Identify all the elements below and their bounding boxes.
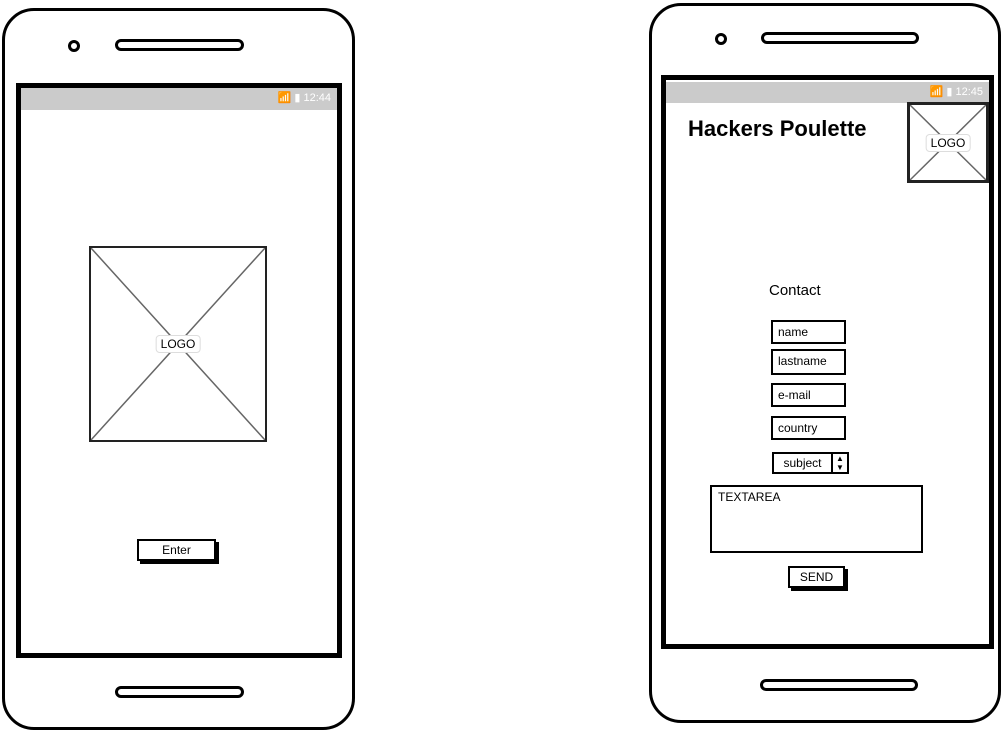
subject-value: subject [783,456,822,470]
status-time: 12:45 [955,86,983,98]
logo-label: LOGO [925,133,971,152]
status-icons: 📶 ▮ [277,92,304,104]
country-field[interactable]: country [771,416,846,440]
spinner-arrows-icon: ▲ ▼ [831,454,847,472]
page-title: Hackers Poulette [688,116,867,141]
status-bar: 📶 ▮ 12:44 [21,88,337,110]
contact-heading: Contact [769,282,821,299]
camera-icon [715,33,727,45]
speaker-bottom [115,686,244,698]
lastname-field[interactable]: lastname [771,349,846,375]
speaker-bottom [760,679,918,691]
logo-placeholder: LOGO [907,102,989,183]
name-field[interactable]: name [771,320,846,344]
subject-select[interactable]: subject ▲ ▼ [772,452,849,474]
send-button[interactable]: SEND [788,566,845,588]
speaker-icon [115,39,244,51]
camera-icon [68,40,80,52]
status-bar: 📶 ▮ 12:45 [666,82,989,103]
email-field[interactable]: e-mail [771,383,846,407]
speaker-icon [761,32,919,44]
logo-label: LOGO [155,335,201,353]
enter-button[interactable]: Enter [137,539,216,561]
status-time: 12:44 [303,92,331,104]
status-icons: 📶 ▮ [929,86,956,98]
logo-placeholder: LOGO [89,246,267,442]
message-textarea[interactable]: TEXTAREA [710,485,923,553]
